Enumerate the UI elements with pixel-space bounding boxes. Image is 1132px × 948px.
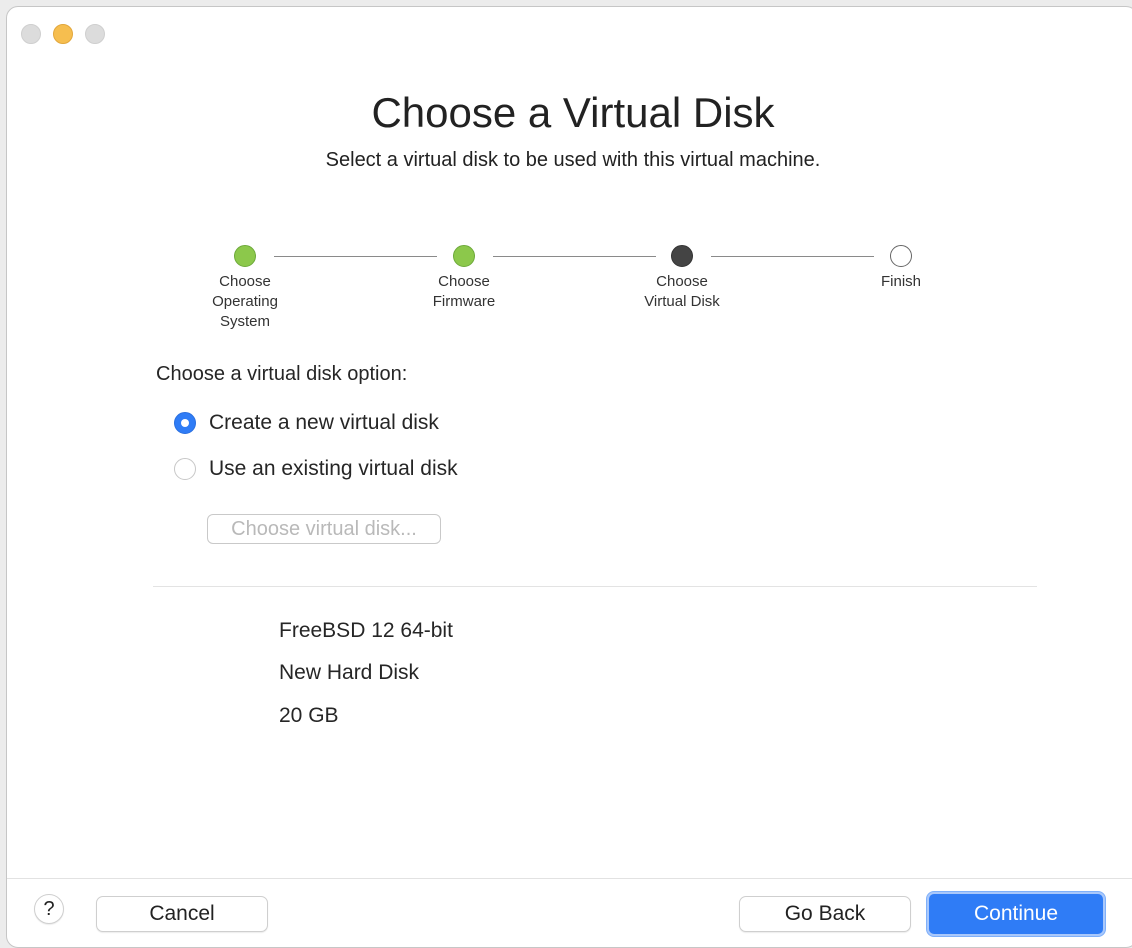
step-3-label: Choose Virtual Disk [622,272,742,312]
step-connector [493,256,656,257]
progress-steps: Choose Operating System Choose Firmware … [7,243,1132,343]
go-back-button[interactable]: Go Back [739,896,911,932]
step-label-line: Firmware [432,293,496,310]
page-subtitle: Select a virtual disk to be used with th… [325,149,821,171]
step-label-line: Virtual Disk [644,293,720,310]
step-1-indicator [234,245,256,267]
step-1-label: Choose Operating System [185,272,305,332]
step-2-indicator [453,245,475,267]
cancel-button[interactable]: Cancel [96,896,268,932]
assistant-window: Choose a Virtual Disk Select a virtual d… [6,6,1132,948]
disk-option-label: Choose a virtual disk option: [156,363,408,385]
footer-divider [7,878,1132,879]
summary-value: New Hard Disk [279,661,420,684]
minimize-window-button[interactable] [53,24,73,44]
divider [153,586,1037,587]
step-label-line: Finish [880,273,921,290]
create-new-disk-option[interactable]: Create a new virtual disk [174,411,439,435]
summary-value: 20 GB [279,704,339,727]
close-window-button[interactable] [21,24,41,44]
step-connector [711,256,874,257]
summary-value: FreeBSD 12 64-bit [279,619,453,642]
continue-button[interactable]: Continue [927,892,1105,936]
use-existing-disk-option[interactable]: Use an existing virtual disk [174,457,458,481]
radio-unselected-icon[interactable] [174,458,196,480]
step-label-line: Operating [212,293,278,310]
zoom-window-button[interactable] [85,24,105,44]
window-controls [21,24,105,44]
radio-selected-icon[interactable] [174,412,196,434]
choose-virtual-disk-button: Choose virtual disk... [207,514,441,544]
create-new-disk-label: Create a new virtual disk [209,411,439,434]
step-connector [274,256,437,257]
page-title: Choose a Virtual Disk [371,89,775,136]
step-label-line: Choose [438,273,490,290]
step-label-line: Choose [219,273,271,290]
help-button[interactable]: ? [34,894,64,924]
step-label-line: System [219,313,270,330]
step-3-indicator [671,245,693,267]
step-4-indicator [890,245,912,267]
use-existing-disk-label: Use an existing virtual disk [209,457,458,480]
step-2-label: Choose Firmware [404,272,524,312]
step-label-line: Choose [656,273,708,290]
step-4-label: Finish [841,272,961,292]
